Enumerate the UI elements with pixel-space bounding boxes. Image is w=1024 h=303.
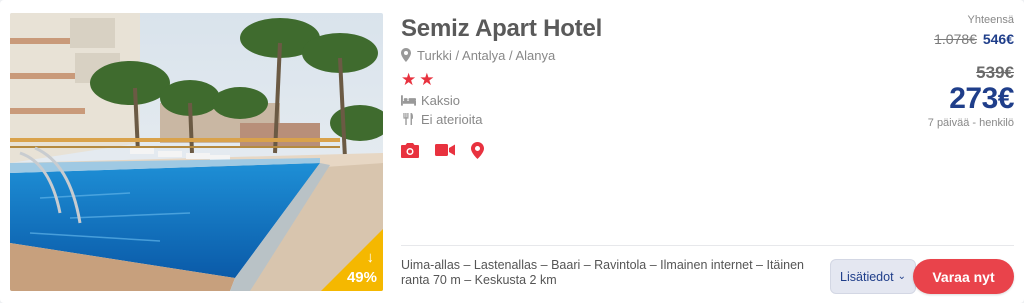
total-price: 1.078€ 546€ [928,30,1014,48]
hotel-card: ↓ 49% Semiz Apart Hotel Turkki / Antalya… [0,0,1024,303]
camera-icon[interactable] [401,142,419,158]
total-new-price: 546€ [982,31,1014,47]
meal-plan: Ei aterioita [401,110,821,128]
room-type: Kaksio [401,91,821,109]
amenities-list: Uima-allas – Lastenallas – Baari – Ravin… [401,258,805,287]
video-icon[interactable] [435,143,455,157]
hotel-name[interactable]: Semiz Apart Hotel [401,13,821,45]
total-label: Yhteensä [967,14,1014,26]
price-note: 7 päivää - henkilö [927,117,1014,129]
meal-plan-label: Ei aterioita [421,111,483,127]
star-icon: ★ [419,69,435,89]
discount-percentage: 49% [346,269,377,286]
per-person-new-price: 273€ [949,82,1014,115]
discount-badge: ↓ 49% [321,229,383,291]
bed-icon [401,95,416,106]
arrow-down-icon: ↓ [366,249,375,266]
cutlery-icon [403,113,413,125]
hotel-location-text: Turkki / Antalya / Alanya [417,47,556,63]
map-marker-icon [401,48,411,62]
media-links [401,140,821,160]
hotel-photo[interactable]: ↓ 49% [10,13,383,291]
star-rating: ★ ★ [401,70,821,88]
hotel-info: Semiz Apart Hotel Turkki / Antalya / Ala… [401,13,821,160]
book-now-button[interactable]: Varaa nyt [913,259,1014,294]
star-icon: ★ [401,69,417,89]
chevron-down-icon: ⌄ [897,271,906,282]
hotel-location: Turkki / Antalya / Alanya [401,46,821,64]
room-type-label: Kaksio [421,92,461,108]
more-info-label: Lisätiedot [840,269,894,284]
more-info-button[interactable]: Lisätiedot ⌄ [830,259,916,294]
divider [401,245,1014,246]
price-panel: Yhteensä 1.078€ 546€ 539€ 273€ 7 päivää … [927,13,1015,130]
per-person-old-price: 539€ [976,63,1014,82]
total-old-price: 1.078€ [934,31,977,47]
map-pin-icon[interactable] [471,141,484,159]
